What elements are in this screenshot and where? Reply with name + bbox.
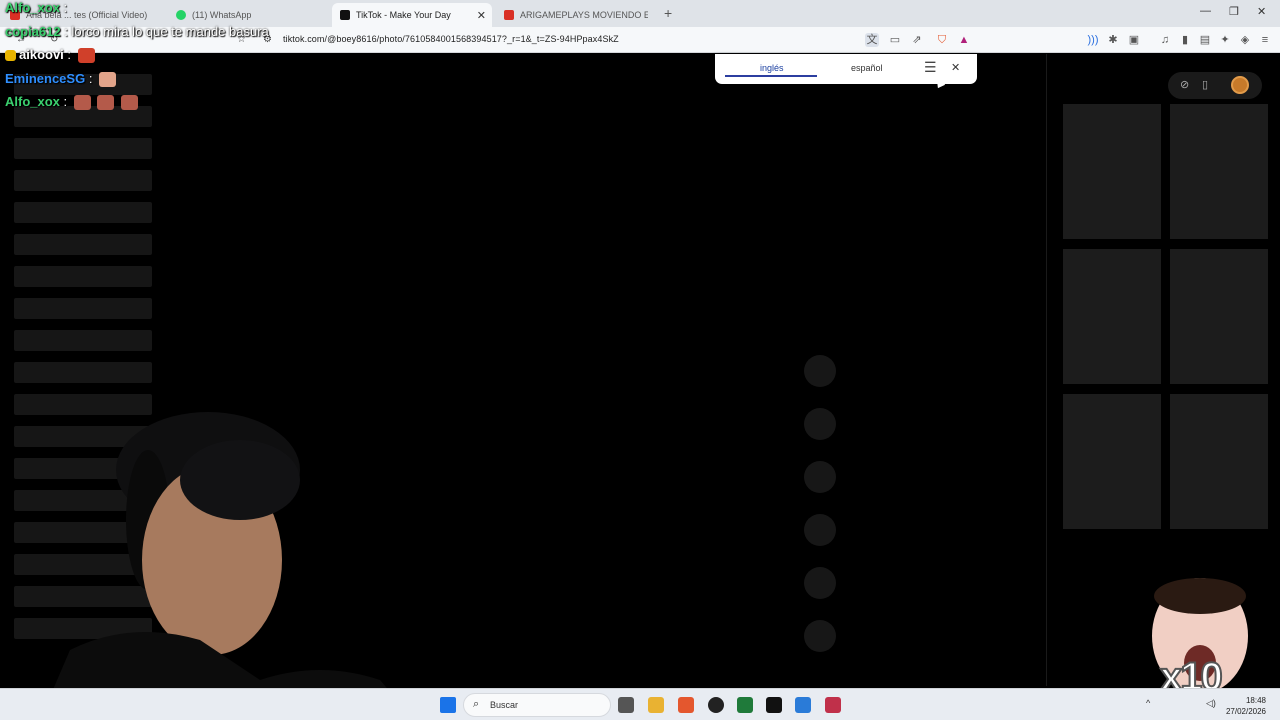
emote-icon <box>97 95 115 111</box>
screen: Ana bela ... tes (Official Video) (11) W… <box>0 0 1280 720</box>
lang-english-tab[interactable]: inglés <box>760 63 784 73</box>
chat-text: : <box>63 94 68 109</box>
crown-badge-icon <box>5 50 16 62</box>
selected-tab-underline <box>725 75 817 77</box>
emote-icon <box>77 48 95 64</box>
related-thumbnail[interactable] <box>1170 249 1268 384</box>
skeleton-row <box>14 202 152 223</box>
file-explorer-icon[interactable] <box>648 697 664 713</box>
chat-username: copia612 <box>5 24 61 39</box>
chat-message: copia612 : lorco mira lo que te mande ba… <box>5 24 269 39</box>
tab-label: TikTok - Make Your Day <box>356 10 451 20</box>
windows-start-icon[interactable] <box>440 697 456 713</box>
emote-icon <box>99 72 117 88</box>
menu-icon[interactable]: ≡ <box>1258 33 1272 47</box>
volume-icon[interactable]: ◁) <box>1206 698 1216 709</box>
chat-text: : lorco mira lo que te mande basura <box>64 24 269 39</box>
windows-taskbar: ⌕ Buscar ^ ◁) 18:48 27/02/2026 <box>0 688 1280 720</box>
clock-time: 18:48 <box>1245 696 1266 705</box>
notepad-icon[interactable] <box>795 697 811 713</box>
brave-rewards-icon[interactable]: ▲ <box>957 33 971 47</box>
related-thumbnail[interactable] <box>1063 104 1161 239</box>
brave-browser-icon[interactable] <box>678 697 694 713</box>
phone-icon[interactable]: ▯ <box>1202 78 1208 91</box>
chat-username: Alfo_xox <box>5 94 60 109</box>
cast-icon[interactable]: ▭ <box>888 33 902 47</box>
taskbar-search[interactable]: ⌕ Buscar <box>463 693 611 717</box>
action-button-placeholder[interactable] <box>804 514 836 546</box>
related-thumbnail[interactable] <box>1170 104 1268 239</box>
skeleton-row <box>14 170 152 191</box>
emote-icon <box>73 95 91 111</box>
action-button-placeholder[interactable] <box>804 567 836 599</box>
chat-text: : <box>63 0 68 15</box>
skeleton-row <box>14 298 152 319</box>
extensions-icon[interactable]: ✱ <box>1106 33 1120 47</box>
tab-label: ARIGAMEPLAYS MOVIENDO EL CU10 <box>520 10 648 20</box>
related-thumbnail[interactable] <box>1063 394 1161 529</box>
sidebar-icon[interactable]: ▮ <box>1178 33 1192 47</box>
window-close-icon[interactable]: ✕ <box>1257 5 1266 18</box>
avatar[interactable] <box>1231 76 1249 94</box>
tab-search-icon[interactable]: ▣ <box>1127 33 1141 47</box>
chat-text: : <box>88 71 93 86</box>
action-button-placeholder[interactable] <box>804 620 836 652</box>
chat-message: aikoovi : <box>5 47 95 64</box>
share-icon[interactable]: ⇗ <box>910 33 924 47</box>
search-icon: ⌕ <box>473 698 480 710</box>
capcut-icon[interactable] <box>766 697 782 713</box>
related-thumbnail[interactable] <box>1170 394 1268 529</box>
chat-message: Alfo_xox : <box>5 0 67 15</box>
chat-message: EminenceSG : <box>5 71 117 88</box>
new-tab-icon[interactable]: + <box>664 5 672 21</box>
whatsapp-icon <box>176 10 186 20</box>
minimize-icon[interactable]: — <box>1200 5 1211 17</box>
tab-label: (11) WhatsApp <box>192 10 252 20</box>
skeleton-row <box>14 234 152 255</box>
tab-close-icon[interactable]: ✕ <box>477 9 486 22</box>
url-field[interactable]: tiktok.com/@boey8616/photo/7610584001568… <box>283 34 619 44</box>
translate-icon[interactable]: 文 <box>865 33 879 47</box>
system-clock[interactable]: 18:48 27/02/2026 <box>1226 695 1266 717</box>
translate-options-icon[interactable]: ☰ <box>924 59 937 76</box>
chat-text: : <box>67 47 72 62</box>
chat-username: EminenceSG <box>5 71 86 86</box>
tray-chevron-icon[interactable]: ^ <box>1146 698 1150 708</box>
explore-icon[interactable]: ⊘ <box>1180 78 1189 91</box>
streamer-webcam <box>0 410 414 720</box>
chat-username: aikoovi <box>19 47 64 62</box>
action-button-placeholder[interactable] <box>804 408 836 440</box>
skeleton-row <box>14 362 152 383</box>
tab-tiktok[interactable]: TikTok - Make Your Day ✕ <box>332 3 492 27</box>
speech-icon[interactable]: ))) <box>1086 33 1100 47</box>
chat-message: Alfo_xox : <box>5 94 139 111</box>
emote-icon <box>121 95 139 111</box>
task-view-icon[interactable] <box>618 697 634 713</box>
search-label: Buscar <box>490 700 519 710</box>
tab-arigameplays[interactable]: ARIGAMEPLAYS MOVIENDO EL CU10 <box>496 3 656 27</box>
chat-username: Alfo_xox <box>5 0 60 15</box>
browser-tab-bar: Ana bela ... tes (Official Video) (11) W… <box>0 0 1280 27</box>
app-icon[interactable] <box>825 697 841 713</box>
brave-shield-icon[interactable]: ⛉ <box>935 33 949 47</box>
maximize-icon[interactable]: ❐ <box>1229 5 1239 18</box>
skeleton-row <box>14 266 152 287</box>
app-icon[interactable] <box>737 697 753 713</box>
action-button-placeholder[interactable] <box>804 355 836 387</box>
youtube-icon <box>504 10 514 20</box>
translate-close-icon[interactable]: ✕ <box>951 61 960 74</box>
vpn-icon[interactable]: ◈ <box>1238 33 1252 47</box>
clock-date: 27/02/2026 <box>1225 707 1266 716</box>
obs-icon[interactable] <box>708 697 724 713</box>
media-icon[interactable]: ♫ <box>1158 33 1172 47</box>
lang-spanish-tab[interactable]: español <box>851 63 883 73</box>
tiktok-icon <box>340 10 350 20</box>
leo-ai-icon[interactable]: ✦ <box>1218 33 1232 47</box>
wallet-icon[interactable]: ▤ <box>1198 33 1212 47</box>
related-thumbnail[interactable] <box>1063 249 1161 384</box>
action-button-placeholder[interactable] <box>804 461 836 493</box>
skeleton-row <box>14 330 152 351</box>
skeleton-row <box>14 138 152 159</box>
